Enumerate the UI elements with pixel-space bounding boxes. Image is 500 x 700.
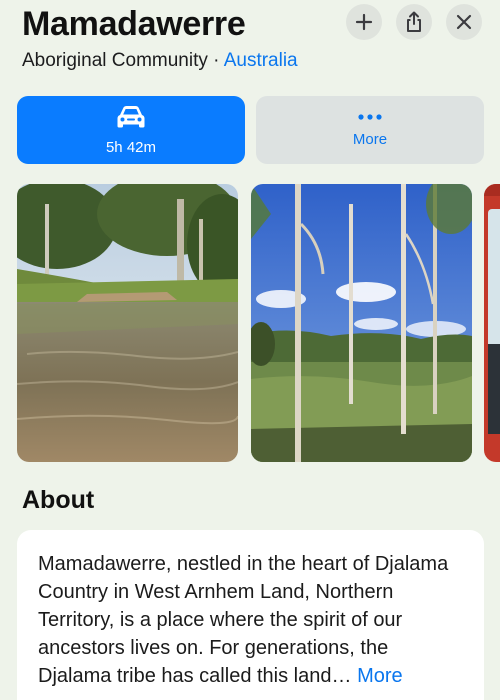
place-subtitle: Aboriginal Community · Australia	[22, 50, 298, 72]
more-actions-button[interactable]: More	[256, 96, 484, 164]
read-more-link[interactable]: More	[357, 665, 403, 687]
car-icon	[117, 106, 145, 128]
travel-time-label: 5h 42m	[105, 139, 157, 156]
close-button[interactable]	[446, 4, 482, 40]
country-link[interactable]: Australia	[224, 50, 298, 71]
more-actions-label: More	[352, 131, 388, 148]
add-button[interactable]	[346, 4, 382, 40]
share-icon	[407, 11, 421, 32]
photo-carousel[interactable]	[17, 184, 500, 462]
wetland-photo[interactable]	[251, 184, 472, 462]
place-title: Mamadawerre	[22, 5, 246, 43]
plus-icon	[355, 13, 373, 31]
place-category: Aboriginal Community	[22, 50, 208, 71]
creek-photo[interactable]	[17, 184, 238, 462]
about-text: Mamadawerre, nestled in the heart of Dja…	[38, 550, 464, 690]
ellipsis-icon	[358, 114, 382, 120]
place-header: Mamadawerre	[22, 4, 342, 44]
about-heading: About	[22, 486, 95, 514]
action-row: 5h 42m More	[17, 96, 484, 164]
share-button[interactable]	[396, 4, 432, 40]
about-card: Mamadawerre, nestled in the heart of Dja…	[17, 530, 484, 700]
vehicle-photo[interactable]	[484, 184, 500, 462]
subtitle-separator: ·	[207, 50, 224, 71]
close-icon	[456, 14, 472, 30]
directions-button[interactable]: 5h 42m	[17, 96, 245, 164]
